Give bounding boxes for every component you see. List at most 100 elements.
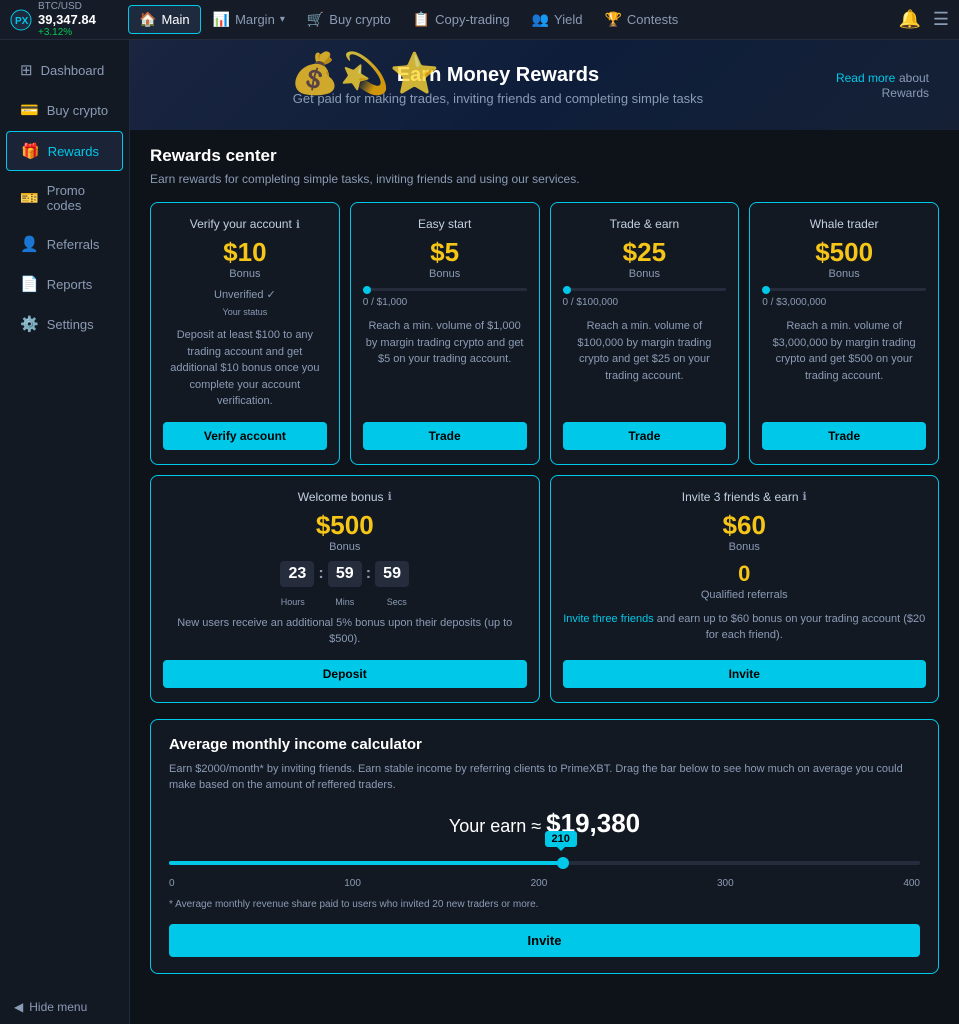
whale-trader-progress-dot <box>762 286 770 294</box>
sidebar-item-dashboard[interactable]: ⊞ Dashboard <box>6 51 123 89</box>
whale-trader-desc: Reach a min. volume of $3,000,000 by mar… <box>762 318 926 410</box>
nav-right-area: 🔔 ☰ <box>898 9 949 30</box>
rewards-section: Rewards center Earn rewards for completi… <box>130 130 959 1006</box>
dashboard-icon: ⊞ <box>20 61 33 79</box>
buycrypto-icon: 💳 <box>20 101 39 119</box>
top-cards-grid: Verify your account ℹ $10 Bonus Unverifi… <box>150 202 939 465</box>
welcome-deposit-button[interactable]: Deposit <box>163 660 527 688</box>
sidebar-item-reports[interactable]: 📄 Reports <box>6 265 123 303</box>
notifications-button[interactable]: 🔔 <box>898 9 920 30</box>
nav-contests-label: Contests <box>627 12 678 27</box>
nav-item-yield[interactable]: 👥 Yield <box>522 6 593 33</box>
traders-slider[interactable] <box>169 861 920 865</box>
trade-earn-progress-bar <box>563 288 727 291</box>
whale-trader-progress-bar <box>762 288 926 291</box>
nav-item-margin[interactable]: 📊 Margin ▾ <box>203 6 295 33</box>
income-calculator-card: Average monthly income calculator Earn $… <box>150 719 939 974</box>
banner: 💰💫⭐ Earn Money Rewards Get paid for maki… <box>130 40 959 130</box>
yield-icon: 👥 <box>532 11 549 28</box>
welcome-bonus-card: Welcome bonus ℹ $500 Bonus 23 : 59 : 59 … <box>150 475 540 703</box>
timer-labels: Hours Mins Secs <box>276 597 414 607</box>
trade-earn-amount: $25 <box>623 237 666 268</box>
nav-copytrading-label: Copy-trading <box>435 12 509 27</box>
secs-label: Secs <box>380 597 414 607</box>
verify-info-icon[interactable]: ℹ <box>296 218 300 231</box>
nav-yield-label: Yield <box>554 12 582 27</box>
hide-menu-arrow-icon: ◀ <box>14 1000 23 1014</box>
hide-menu-label: Hide menu <box>29 1000 87 1014</box>
hide-menu-button[interactable]: ◀ Hide menu <box>0 990 129 1024</box>
sidebar-referrals-label: Referrals <box>47 237 100 252</box>
calculator-footnote: * Average monthly revenue share paid to … <box>169 899 920 910</box>
referrals-icon: 👤 <box>20 235 39 253</box>
btc-price-area: BTC/USD 39,347.84 +3.12% <box>38 1 96 38</box>
verify-account-button[interactable]: Verify account <box>163 422 327 450</box>
calculator-invite-button[interactable]: Invite <box>169 924 920 957</box>
whale-trader-amount: $500 <box>815 237 873 268</box>
invite-info-icon[interactable]: ℹ <box>803 490 807 503</box>
verify-card-amount: $10 <box>223 237 266 268</box>
sidebar-reports-label: Reports <box>47 277 93 292</box>
sidebar-item-rewards[interactable]: 🎁 Rewards ➜ <box>6 131 123 171</box>
easy-start-bonus-label: Bonus <box>429 268 460 280</box>
easy-start-trade-button[interactable]: Trade <box>363 422 527 450</box>
hours-label: Hours <box>276 597 310 607</box>
sidebar-settings-label: Settings <box>47 317 94 332</box>
mark-100: 100 <box>344 878 361 889</box>
easy-start-progress-label: 0 / $1,000 <box>363 297 408 308</box>
calculator-description: Earn $2000/month* by inviting friends. E… <box>169 761 920 794</box>
promocodes-icon: 🎫 <box>20 189 39 207</box>
bottom-cards-grid: Welcome bonus ℹ $500 Bonus 23 : 59 : 59 … <box>150 475 939 703</box>
sidebar-item-promocodes[interactable]: 🎫 Promo codes <box>6 173 123 223</box>
mark-0: 0 <box>169 878 175 889</box>
cart-icon: 🛒 <box>307 11 324 28</box>
nav-item-copytrading[interactable]: 📋 Copy-trading <box>403 6 520 33</box>
copy-icon: 📋 <box>413 11 430 28</box>
btc-price-value: 39,347.84 <box>38 12 96 27</box>
svg-text:PX: PX <box>15 16 29 27</box>
whale-trader-trade-button[interactable]: Trade <box>762 422 926 450</box>
banner-link-area: Read more aboutRewards <box>836 70 929 100</box>
verify-status: Unverified ✓ <box>214 288 276 301</box>
welcome-info-icon[interactable]: ℹ <box>388 490 392 503</box>
sidebar: ⊞ Dashboard 💳 Buy crypto 🎁 Rewards ➜ 🎫 P… <box>0 40 130 1024</box>
whale-trader-card: Whale trader $500 Bonus 0 / $3,000,000 R… <box>749 202 939 465</box>
trade-earn-bonus-label: Bonus <box>629 268 660 280</box>
easy-start-card: Easy start $5 Bonus 0 / $1,000 Reach a m… <box>350 202 540 465</box>
qualified-referrals-count: 0 <box>738 561 750 587</box>
slider-marks: 0 100 200 300 400 <box>169 878 920 889</box>
btc-change-value: +3.12% <box>38 27 96 38</box>
nav-main-label: Main <box>161 12 189 27</box>
trade-earn-progress-dot <box>563 286 571 294</box>
mins-label: Mins <box>328 597 362 607</box>
invite-friends-title: Invite 3 friends & earn ℹ <box>682 490 807 504</box>
invite-friends-bonus-label: Bonus <box>729 541 760 553</box>
verify-account-card: Verify your account ℹ $10 Bonus Unverifi… <box>150 202 340 465</box>
nav-item-buycrypto[interactable]: 🛒 Buy crypto <box>297 6 401 33</box>
sidebar-item-settings[interactable]: ⚙️ Settings <box>6 305 123 343</box>
trade-earn-card: Trade & earn $25 Bonus 0 / $100,000 Reac… <box>550 202 740 465</box>
trade-earn-trade-button[interactable]: Trade <box>563 422 727 450</box>
banner-title: Earn Money Rewards <box>160 64 836 87</box>
sidebar-promocodes-label: Promo codes <box>47 183 109 213</box>
welcome-bonus-label: Bonus <box>329 541 360 553</box>
nav-item-main[interactable]: 🏠 Main <box>128 5 201 34</box>
calculator-title: Average monthly income calculator <box>169 736 920 753</box>
sidebar-item-referrals[interactable]: 👤 Referrals <box>6 225 123 263</box>
verify-status-sublabel: Your status <box>223 307 268 317</box>
hamburger-menu-button[interactable]: ☰ <box>933 9 949 30</box>
logo-icon: PX <box>10 9 32 31</box>
trade-earn-title: Trade & earn <box>610 217 680 231</box>
rewards-icon: 🎁 <box>21 142 40 160</box>
chevron-down-icon: ▾ <box>280 14 285 25</box>
welcome-bonus-title: Welcome bonus ℹ <box>298 490 392 504</box>
sidebar-item-buycrypto[interactable]: 💳 Buy crypto <box>6 91 123 129</box>
welcome-bonus-desc: New users receive an additional 5% bonus… <box>163 615 527 648</box>
whale-trader-title: Whale trader <box>810 217 879 231</box>
verify-card-title: Verify your account ℹ <box>190 217 300 231</box>
nav-item-contests[interactable]: 🏆 Contests <box>594 6 688 33</box>
invite-friends-button[interactable]: Invite <box>563 660 927 688</box>
invite-three-friends-link[interactable]: Invite three friends <box>563 613 654 625</box>
easy-start-desc: Reach a min. volume of $1,000 by margin … <box>363 318 527 410</box>
banner-read-more-link[interactable]: Read more <box>836 71 895 85</box>
